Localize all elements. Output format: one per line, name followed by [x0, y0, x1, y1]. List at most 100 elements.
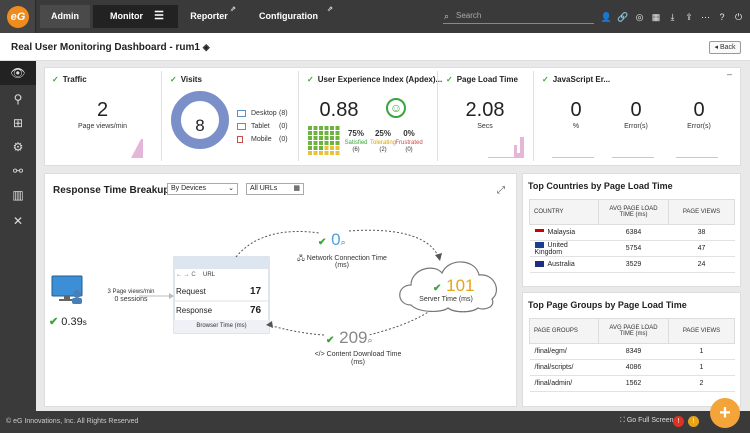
bar-chart-icon[interactable]: ▥ [0, 183, 36, 207]
plt-sparkline [488, 137, 524, 158]
device-label: Desktop [251, 110, 277, 117]
plt-title: ✓ Page Load Time [446, 75, 518, 84]
apdex-cell [308, 126, 312, 130]
table-header: COUNTRY AVG PAGE LOAD TIME (ms) PAGE VIE… [529, 199, 735, 225]
request-label: Request [176, 287, 206, 296]
apdex-heatmap [308, 126, 340, 155]
power-icon[interactable]: ⏻ [732, 9, 745, 25]
download-icon[interactable]: ⤓ [666, 9, 679, 25]
search-input[interactable]: ⌕ Search [443, 9, 594, 24]
column-header[interactable]: AVG PAGE LOAD TIME (ms) [598, 318, 669, 344]
apdex-cell [335, 151, 340, 155]
js-unit-1: % [572, 123, 580, 130]
grid-icon[interactable]: ▦ [650, 9, 663, 25]
views-cell: 1 [668, 343, 735, 360]
table-row[interactable]: United Kingdom 5754 47 [529, 240, 735, 257]
more-icon[interactable]: ⋯ [699, 9, 712, 25]
back-button[interactable]: ◂ Back [709, 41, 741, 54]
nav-monitor[interactable]: Monitor ☰ [93, 5, 178, 28]
nav-reporter-label: Reporter [190, 11, 228, 21]
settings-icon[interactable]: ⚙ [0, 135, 36, 159]
visits-widget[interactable]: ✓ Visits 8 Desktop (8) Tablet (0) Mobile (0) [162, 69, 297, 166]
help-icon[interactable]: ? [716, 9, 729, 25]
eg-logo[interactable]: eG [0, 0, 36, 33]
time-cell: 3529 [598, 256, 669, 273]
collapse-icon[interactable]: – [727, 69, 732, 79]
footer: © eG Innovations, Inc. All Rights Reserv… [0, 411, 750, 433]
search-icon: ⌕ [340, 237, 346, 247]
topology-icon[interactable]: ⊞ [0, 111, 36, 135]
hamburger-menu-icon[interactable]: ☰ [154, 5, 164, 28]
table-row[interactable]: /final/scripts/ 4086 1 [529, 359, 735, 376]
table-row[interactable]: Australia 3529 24 [529, 256, 735, 273]
search-analytics-icon[interactable]: ⚯ [0, 159, 36, 183]
check-icon: ✔ [49, 316, 59, 328]
group-name: /final/scripts/ [529, 359, 599, 376]
user-icon[interactable]: 👤 [600, 9, 613, 25]
apdex-title-text: User Experience Index (Apdex)... [317, 75, 443, 84]
sessions-line1: 3 Page views/min [107, 289, 155, 295]
apdex-cell [324, 131, 329, 135]
location-pin-icon[interactable]: ⚲ [0, 87, 36, 111]
apdex-cell [330, 151, 334, 155]
apdex-cell [330, 131, 334, 135]
nav-admin[interactable]: Admin [40, 5, 90, 28]
nav-reporter[interactable]: Reporter ⇗ [178, 5, 240, 28]
apdex-cell [308, 136, 312, 140]
fullscreen-button[interactable]: ⛶ Go Full Screen [620, 417, 674, 425]
share-icon[interactable]: ⇪ [683, 9, 696, 25]
apdex-cell [313, 126, 318, 130]
plt-unit: Secs [477, 123, 493, 130]
download-time: ✔ 209⌕ [326, 328, 373, 348]
device-mobile: Mobile (0) [237, 136, 288, 143]
nav-configuration[interactable]: Configuration ⇗ [240, 5, 337, 28]
top-navigation-bar: eG Admin Monitor ☰ Reporter ⇗ Configuratio… [0, 0, 750, 33]
add-widget-button[interactable]: + [710, 398, 740, 428]
traffic-widget[interactable]: ✓ Traffic 2 Page views/min [44, 69, 161, 166]
page-load-time-widget[interactable]: ✓ Page Load Time 2.08 Secs [438, 69, 532, 166]
table-row[interactable]: /final/admin/ 1562 2 [529, 375, 735, 392]
javascript-errors-widget[interactable]: ✓ JavaScript Er... 0 % 0 Error(s) 0 Error… [534, 69, 724, 166]
satisfied-pct: 75% [347, 129, 364, 138]
country-name: Australia [547, 261, 575, 268]
table-row[interactable]: Malaysia 6384 38 [529, 224, 735, 241]
sidebar: 👁 ⚲ ⊞ ⚙ ⚯ ▥ ✕ [0, 61, 36, 411]
apdex-cell [330, 136, 334, 140]
column-header[interactable]: COUNTRY [529, 199, 599, 225]
check-icon: ✓ [52, 75, 59, 84]
tools-icon[interactable]: ✕ [0, 209, 36, 233]
server-time: ✔ 101 [433, 276, 475, 296]
column-header[interactable]: PAGE GROUPS [529, 318, 599, 344]
download-label-1-text: Content Download Time [326, 351, 402, 358]
server-value: 101 [446, 276, 475, 295]
column-header[interactable]: PAGE VIEWS [668, 199, 735, 225]
device-count: (0) [279, 136, 288, 143]
apdex-cell [330, 146, 334, 150]
column-header[interactable]: PAGE VIEWS [668, 318, 735, 344]
device-tablet: Tablet (0) [237, 123, 288, 130]
logo-icon: eG [7, 6, 29, 28]
apdex-cell [308, 131, 312, 135]
column-header[interactable]: AVG PAGE LOAD TIME (ms) [598, 199, 669, 225]
eye-icon[interactable]: 👁 [0, 61, 36, 85]
apdex-widget[interactable]: ✓ User Experience Index (Apdex)... 0.88 ☺… [299, 69, 442, 166]
traffic-value: 2 [96, 99, 109, 121]
table-row[interactable]: /final/egm/ 8349 1 [529, 343, 735, 360]
satisfied-count: (6) [352, 147, 360, 153]
link-icon[interactable]: 🔗 [617, 9, 630, 25]
apdex-cell [324, 126, 329, 130]
views-cell: 47 [668, 240, 735, 257]
layers-icon[interactable]: ◈ [203, 42, 210, 52]
client-time: ✔ 0.39s [49, 315, 87, 328]
alert-icon[interactable]: ! [673, 416, 684, 427]
warning-icon[interactable]: ! [688, 416, 699, 427]
binoculars-icon[interactable]: ◎ [633, 9, 646, 25]
search-placeholder: Search [456, 11, 482, 20]
response-value: 76 [250, 305, 262, 316]
copyright: © eG Innovations, Inc. All Rights Reserv… [6, 418, 139, 425]
apdex-cell [324, 146, 329, 150]
apdex-cell [330, 126, 334, 130]
apdex-cell [308, 151, 312, 155]
sessions-line2: 0 sessions [114, 296, 148, 303]
device-count: (0) [279, 123, 288, 130]
